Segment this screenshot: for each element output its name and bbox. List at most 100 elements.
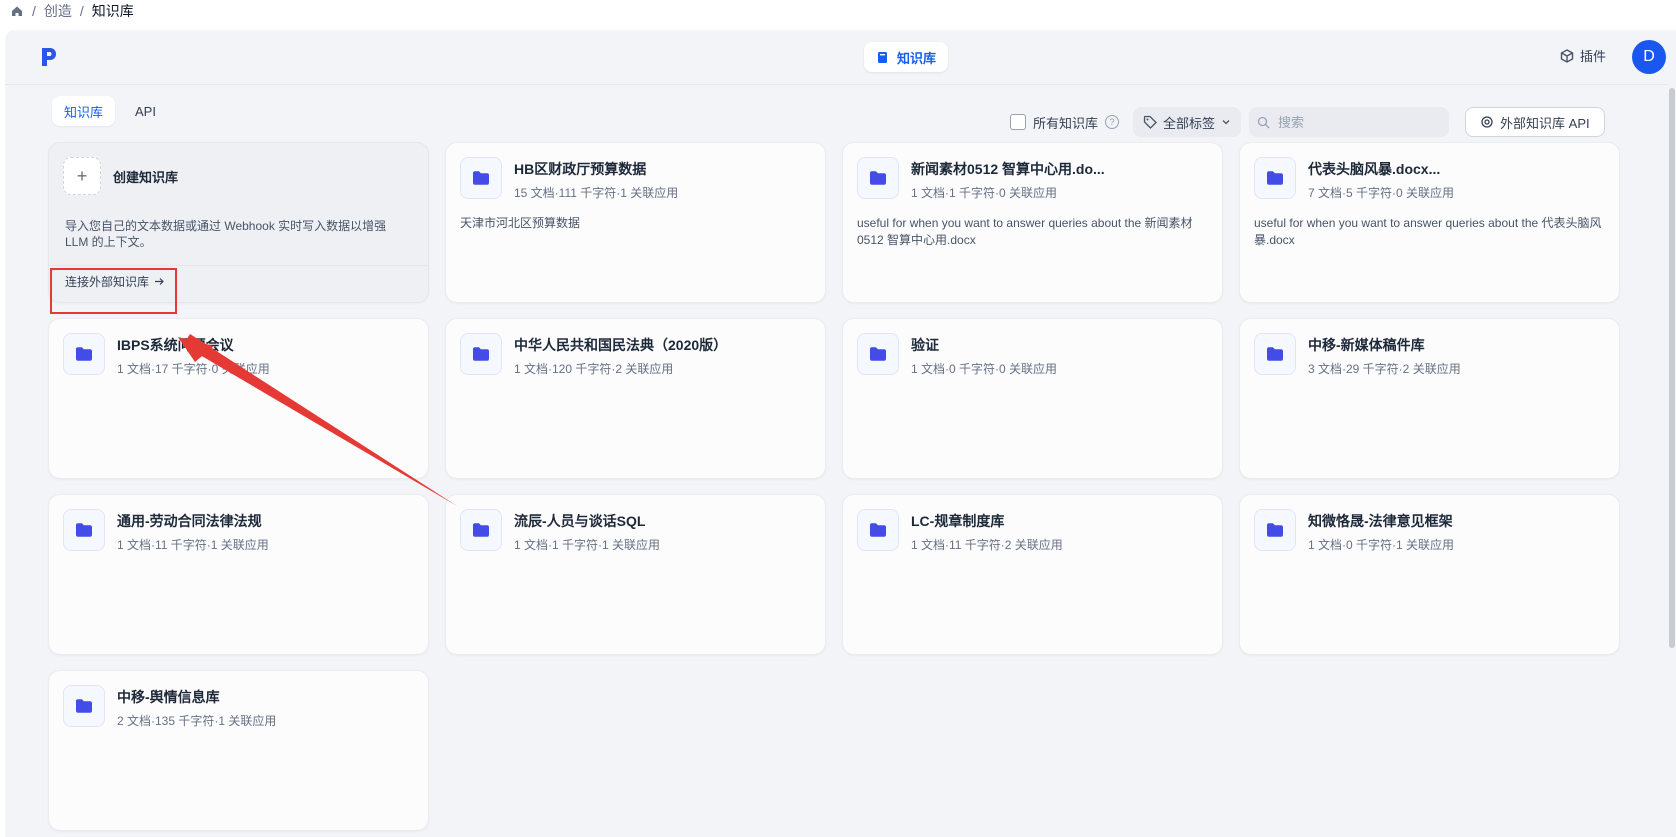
folder-icon [870,347,886,361]
divider [49,265,428,266]
folder-icon-box [857,333,899,375]
plugin-button[interactable]: 插件 [1560,46,1606,65]
knowledge-card[interactable]: LC-规章制度库 1 文档·11 千字符·2 关联应用 [842,494,1223,655]
all-knowledge-toggle[interactable]: 所有知识库 ? [1010,113,1120,132]
folder-icon [473,171,489,185]
knowledge-card[interactable]: HB区财政厅预算数据 15 文档·111 千字符·1 关联应用天津市河北区预算数据 [445,142,826,303]
tag-filter-label: 全部标签 [1163,115,1216,131]
knowledge-title[interactable]: 代表头脑风暴.docx... [1308,159,1454,179]
breadcrumb-separator: / [32,3,36,19]
filter-bar: 所有知识库 ? 全部标签 外部知识库 API [1010,107,1605,137]
folder-icon [76,347,92,361]
knowledge-meta: 1 文档·1 千字符·0 关联应用 [911,186,1058,200]
search-box[interactable] [1249,107,1450,137]
nav-knowledge-label: 知识库 [897,50,937,66]
tag-filter-dropdown[interactable]: 全部标签 [1133,107,1242,137]
tab-api[interactable]: API [123,96,168,126]
folder-icon [1267,523,1283,537]
knowledge-card[interactable]: 验证 1 文档·0 千字符·0 关联应用 [842,318,1223,479]
avatar[interactable]: D [1632,40,1666,74]
search-icon [1257,116,1270,128]
knowledge-card[interactable]: 通用-劳动合同法律法规 1 文档·11 千字符·1 关联应用 [48,494,429,655]
knowledge-card[interactable]: 代表头脑风暴.docx... 7 文档·5 千字符·0 关联应用 useful fo… [1239,142,1620,303]
folder-icon [76,523,92,537]
knowledge-title[interactable]: HB区财政厅预算数据 [514,159,678,179]
plugin-label: 插件 [1580,49,1607,64]
book-icon [878,51,887,63]
knowledge-description: useful for when you want to answer queri… [1254,216,1602,247]
knowledge-card[interactable]: 中移-舆情信息库 2 文档·135 千字符·1 关联应用 [48,670,429,831]
plus-icon[interactable]: + [63,157,101,195]
knowledge-grid: + 创建知识库 导入您自己的文本数据或通过 Webhook 实时写入数据以增强 … [48,142,1620,831]
folder-icon [870,171,886,185]
knowledge-title[interactable]: 中移-舆情信息库 [117,687,276,707]
knowledge-title[interactable]: 中华人民共和国民法典（2020版） [514,335,727,355]
folder-icon-box [63,333,105,375]
folder-icon-box [63,509,105,551]
nav-knowledge[interactable]: 知识库 [864,42,949,72]
knowledge-meta: 2 文档·135 千字符·1 关联应用 [117,714,277,728]
cube-icon [1560,48,1574,63]
knowledge-card[interactable]: IBPS系统问题会议 1 文档·17 千字符·0 关联应用 [48,318,429,479]
knowledge-title[interactable]: 中移-新媒体稿件库 [1308,335,1461,355]
breadcrumb-separator: / [79,3,84,19]
folder-icon-box [63,685,105,727]
knowledge-title[interactable]: 流辰-人员与谈话SQL [514,511,660,531]
folder-icon-box [1254,333,1296,375]
scrollbar[interactable] [1668,84,1676,837]
all-knowledge-checkbox[interactable] [1010,114,1026,130]
breadcrumb-current: 知识库 [91,3,134,19]
knowledge-description: 天津市河北区预算数据 [460,216,581,230]
top-bar: 知识库 插件 D [5,30,1676,85]
knowledge-meta: 1 文档·11 千字符·2 关联应用 [911,538,1063,552]
folder-icon [473,523,489,537]
folder-icon-box [460,157,502,199]
folder-icon-box [1254,509,1296,551]
folder-icon [473,347,489,361]
folder-icon [870,523,886,537]
folder-icon [1267,171,1283,185]
knowledge-meta: 15 文档·111 千字符·1 关联应用 [514,186,679,200]
folder-icon [1267,347,1283,361]
annotation-highlight-box [50,268,177,314]
knowledge-card[interactable]: 中移-新媒体稿件库 3 文档·29 千字符·2 关联应用 [1239,318,1620,479]
help-icon[interactable]: ? [1105,115,1120,129]
knowledge-card[interactable]: 中华人民共和国民法典（2020版） 1 文档·120 千字符·2 关联应用 [445,318,826,479]
knowledge-meta: 1 文档·0 千字符·0 关联应用 [911,362,1058,376]
knowledge-meta: 7 文档·5 千字符·0 关联应用 [1308,186,1455,200]
create-knowledge-title[interactable]: 创建知识库 [113,167,178,186]
all-knowledge-label: 所有知识库 [1033,115,1099,131]
folder-icon-box [460,333,502,375]
knowledge-card[interactable]: 流辰-人员与谈话SQL 1 文档·1 千字符·1 关联应用 [445,494,826,655]
breadcrumb: / 创造 / 知识库 [0,0,1676,22]
scrollbar-thumb[interactable] [1669,88,1675,648]
folder-icon-box [460,509,502,551]
external-api-button[interactable]: 外部知识库 API [1465,107,1605,137]
knowledge-card[interactable]: 新闻素材0512 智算中心用.do... 1 文档·1 千字符·0 关联应用 use… [842,142,1223,303]
create-knowledge-description: 导入您自己的文本数据或通过 Webhook 实时写入数据以增强 LLM 的上下文… [65,219,387,249]
knowledge-title[interactable]: 通用-劳动合同法律法规 [117,511,269,531]
knowledge-title[interactable]: 验证 [911,335,1057,355]
knowledge-title[interactable]: 新闻素材0512 智算中心用.do... [911,159,1105,179]
folder-icon-box [857,509,899,551]
knowledge-meta: 1 文档·120 千字符·2 关联应用 [514,362,674,376]
tag-icon [1143,115,1157,129]
external-api-label: 外部知识库 API [1500,115,1590,131]
knowledge-meta: 1 文档·11 千字符·1 关联应用 [117,538,269,552]
knowledge-meta: 3 文档·29 千字符·2 关联应用 [1308,362,1461,376]
chevron-down-icon [1222,120,1230,125]
breadcrumb-create[interactable]: 创造 [44,1,72,21]
knowledge-title[interactable]: LC-规章制度库 [911,511,1063,531]
knowledge-title[interactable]: 知微恪晟-法律意见框架 [1308,511,1454,531]
home-icon[interactable] [10,4,24,18]
app-logo[interactable] [39,46,61,68]
knowledge-meta: 1 文档·17 千字符·0 关联应用 [117,362,270,376]
folder-icon-box [1254,157,1296,199]
api-icon [1481,116,1493,128]
tab-knowledge[interactable]: 知识库 [52,96,116,126]
knowledge-title[interactable]: IBPS系统问题会议 [117,335,270,355]
folder-icon [76,699,92,713]
knowledge-card[interactable]: 知微恪晟-法律意见框架 1 文档·0 千字符·1 关联应用 [1239,494,1620,655]
search-input[interactable] [1276,113,1441,131]
folder-icon-box [857,157,899,199]
